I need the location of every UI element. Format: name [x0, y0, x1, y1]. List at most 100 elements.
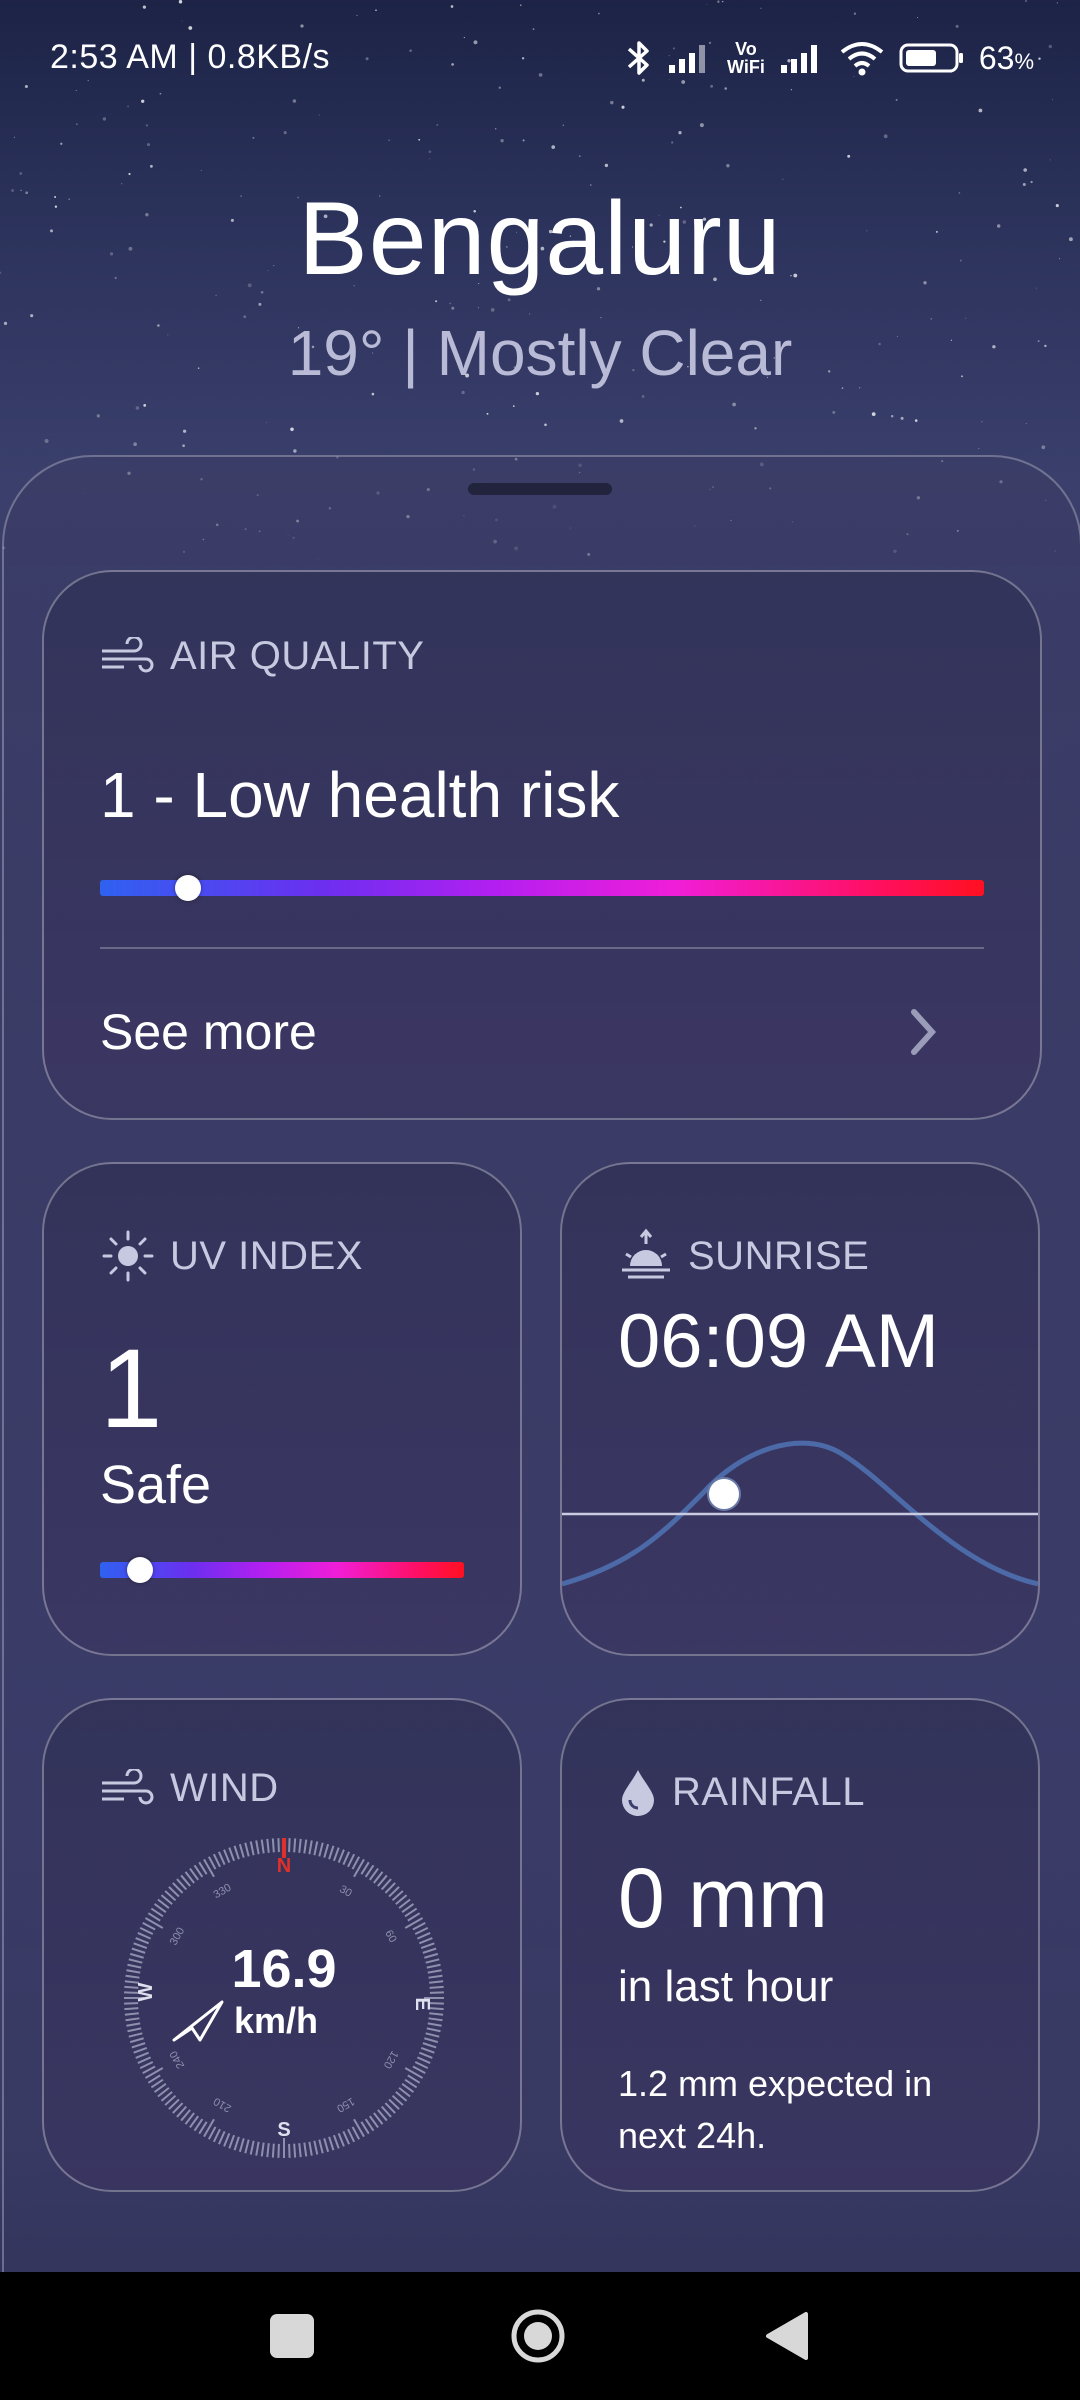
rainfall-header: RAINFALL	[618, 1766, 865, 1818]
compass-tick	[425, 2032, 440, 2038]
star	[371, 392, 375, 396]
bluetooth-icon	[627, 41, 649, 75]
compass-tick	[313, 2140, 319, 2155]
wind-header: WIND	[100, 1766, 279, 1811]
uv-index-card[interactable]: UV INDEX 1 Safe	[42, 1162, 522, 1656]
star	[149, 164, 153, 168]
vowifi-icon: Vo WiFi	[727, 40, 765, 76]
compass-tick	[244, 1842, 250, 1857]
compass-tick	[124, 1980, 139, 1984]
star	[699, 123, 704, 128]
back-button[interactable]	[758, 2306, 818, 2366]
star	[135, 406, 140, 410]
compass-tick	[337, 1849, 345, 1864]
star	[871, 412, 876, 416]
compass-degree-label: 300	[168, 1926, 188, 1948]
star	[1049, 159, 1051, 161]
star	[978, 447, 980, 449]
compass-tick	[133, 1942, 148, 1950]
compass-tick	[212, 1853, 221, 1868]
compass-tick	[418, 2051, 433, 2059]
compass-tick	[128, 2032, 143, 2038]
star	[512, 405, 515, 407]
compass-tick	[323, 2138, 330, 2153]
compass-tick	[129, 2037, 144, 2044]
air-quality-card[interactable]: AIR QUALITY 1 - Low health risk See more	[42, 570, 1042, 1120]
divider	[100, 947, 984, 949]
compass-tick	[218, 1851, 226, 1866]
wind-unit: km/h	[234, 2000, 319, 2041]
star	[678, 131, 682, 135]
compass-tick	[135, 1937, 150, 1945]
compass-tick	[266, 1838, 270, 1853]
star	[13, 136, 16, 138]
sheet-drag-handle[interactable]	[468, 483, 612, 495]
star	[494, 128, 497, 130]
back-icon	[766, 2312, 808, 2360]
air-quality-header: AIR QUALITY	[100, 634, 424, 679]
home-button[interactable]	[508, 2306, 568, 2366]
rainfall-forecast: 1.2 mm expected in next 24h.	[618, 2063, 933, 2156]
compass-tick	[425, 1958, 440, 1964]
star	[449, 302, 452, 305]
battery-icon	[899, 43, 963, 73]
star	[890, 414, 894, 418]
compass-tick	[412, 1922, 426, 1931]
star	[428, 150, 432, 154]
compass-tick	[318, 2139, 324, 2154]
rainfall-card[interactable]: RAINFALL 0 mm in last hour 1.2 mm expect…	[560, 1698, 1040, 2192]
compass-tick	[337, 2132, 345, 2147]
compass-tick	[308, 1840, 313, 1855]
compass-tick	[422, 2042, 437, 2049]
compass-tick	[244, 2139, 250, 2154]
star	[900, 416, 904, 420]
compass-degree-label: 330	[212, 1882, 234, 1902]
compass-tick	[208, 1856, 217, 1870]
star	[182, 429, 187, 433]
compass-tick	[137, 2056, 152, 2064]
compass-tick	[332, 2134, 340, 2149]
compass-tick	[249, 2140, 255, 2155]
air-quality-value: 1 - Low health risk	[100, 759, 620, 831]
uv-index-label: Safe	[100, 1455, 212, 1515]
compass-tick	[426, 2027, 441, 2033]
compass-west: W	[135, 1982, 157, 2001]
wind-lines-icon	[102, 1768, 154, 1804]
current-condition: 19° | Mostly Clear	[287, 317, 793, 389]
uv-index-title: UV INDEX	[170, 1233, 363, 1278]
compass-tick	[342, 2130, 350, 2145]
compass-tick	[131, 2042, 146, 2049]
compass-tick	[428, 2017, 443, 2022]
sunrise-card[interactable]: SUNRISE 06:09 AM	[560, 1162, 1040, 1656]
rainfall-amount: 0 mm	[618, 1851, 828, 1945]
compass-tick	[255, 2141, 260, 2156]
star	[671, 141, 674, 144]
star	[102, 117, 107, 121]
compass-tick	[347, 1853, 356, 1868]
compass-tick	[135, 2051, 150, 2059]
compass-tick	[139, 1926, 154, 1935]
wind-speed: 16.9	[231, 1939, 337, 1999]
compass-east: E	[411, 1997, 433, 2010]
compass-tick	[124, 2007, 139, 2011]
compass-tick	[238, 1843, 245, 1858]
compass-north: N	[277, 1855, 291, 1877]
star	[133, 442, 137, 447]
recents-button[interactable]	[262, 2306, 322, 2366]
star	[283, 131, 287, 135]
compass-tick	[255, 1840, 260, 1855]
chevron-right-icon	[911, 1009, 937, 1055]
compass-tick	[414, 1926, 429, 1935]
wind-card[interactable]: WIND N S E W 30 60 120 150 210 240 300 330 16.9…	[42, 1698, 522, 2192]
sunrise-time: 06:09 AM	[618, 1299, 940, 1384]
see-more-button[interactable]: See more	[100, 992, 984, 1072]
compass-tick	[233, 2136, 240, 2151]
star	[551, 145, 556, 149]
compass-tick	[416, 1932, 431, 1940]
star	[182, 444, 185, 448]
compass-tick	[298, 1838, 302, 1853]
star	[1025, 422, 1027, 424]
compass-tick	[429, 1985, 444, 1989]
compass-tick	[125, 2017, 140, 2022]
star	[522, 139, 525, 142]
